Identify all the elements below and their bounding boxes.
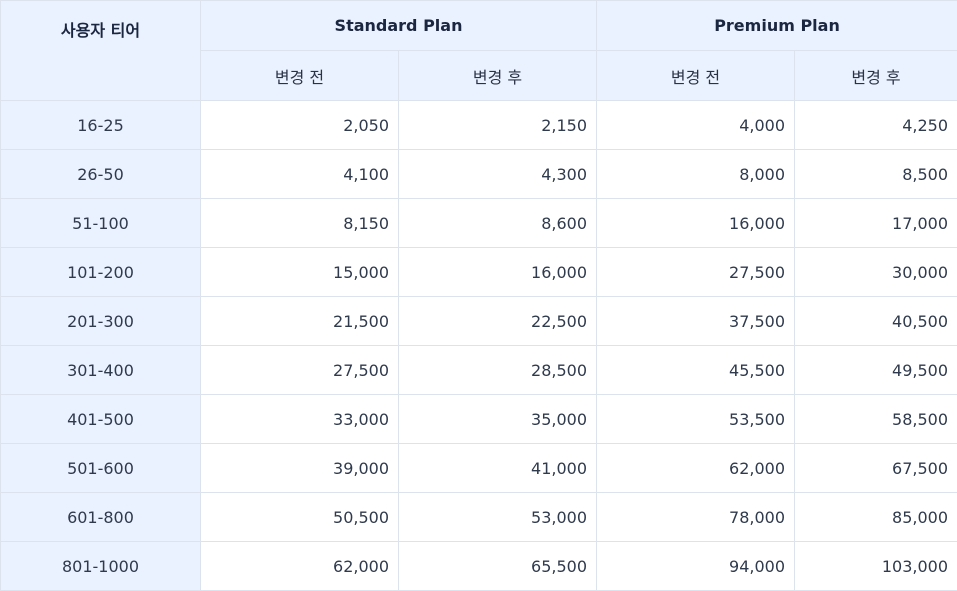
standard-before-cell: 15,000 — [201, 248, 399, 297]
premium-before-cell: 27,500 — [597, 248, 795, 297]
standard-after-cell: 22,500 — [399, 297, 597, 346]
premium-before-cell: 53,500 — [597, 395, 795, 444]
header-standard-after: 변경 후 — [399, 51, 597, 101]
table-header: 사용자 티어 Standard Plan Premium Plan 변경 전 변… — [1, 1, 957, 101]
premium-after-cell: 85,000 — [795, 493, 957, 542]
premium-before-cell: 45,500 — [597, 346, 795, 395]
standard-before-cell: 21,500 — [201, 297, 399, 346]
premium-after-cell: 40,500 — [795, 297, 957, 346]
header-standard-before: 변경 전 — [201, 51, 399, 101]
table-body: 16-252,0502,1504,0004,25026-504,1004,300… — [1, 101, 957, 591]
premium-after-cell: 67,500 — [795, 444, 957, 493]
table-row: 401-50033,00035,00053,50058,500 — [1, 395, 957, 444]
table-row: 601-80050,50053,00078,00085,000 — [1, 493, 957, 542]
header-premium-before: 변경 전 — [597, 51, 795, 101]
table-row: 801-100062,00065,50094,000103,000 — [1, 542, 957, 591]
table-row: 301-40027,50028,50045,50049,500 — [1, 346, 957, 395]
premium-after-cell: 49,500 — [795, 346, 957, 395]
standard-before-cell: 39,000 — [201, 444, 399, 493]
standard-after-cell: 35,000 — [399, 395, 597, 444]
premium-after-cell: 30,000 — [795, 248, 957, 297]
premium-after-cell: 103,000 — [795, 542, 957, 591]
standard-after-cell: 53,000 — [399, 493, 597, 542]
standard-after-cell: 8,600 — [399, 199, 597, 248]
tier-cell: 801-1000 — [1, 542, 201, 591]
standard-before-cell: 27,500 — [201, 346, 399, 395]
header-row-plans: 사용자 티어 Standard Plan Premium Plan — [1, 1, 957, 51]
tier-cell: 301-400 — [1, 346, 201, 395]
standard-after-cell: 28,500 — [399, 346, 597, 395]
standard-after-cell: 4,300 — [399, 150, 597, 199]
standard-after-cell: 41,000 — [399, 444, 597, 493]
standard-after-cell: 2,150 — [399, 101, 597, 150]
standard-before-cell: 4,100 — [201, 150, 399, 199]
standard-before-cell: 50,500 — [201, 493, 399, 542]
table-row: 16-252,0502,1504,0004,250 — [1, 101, 957, 150]
premium-after-cell: 8,500 — [795, 150, 957, 199]
premium-before-cell: 16,000 — [597, 199, 795, 248]
tier-cell: 101-200 — [1, 248, 201, 297]
tier-cell: 601-800 — [1, 493, 201, 542]
standard-before-cell: 33,000 — [201, 395, 399, 444]
tier-cell: 26-50 — [1, 150, 201, 199]
tier-cell: 201-300 — [1, 297, 201, 346]
header-premium-after: 변경 후 — [795, 51, 957, 101]
standard-before-cell: 8,150 — [201, 199, 399, 248]
tier-cell: 501-600 — [1, 444, 201, 493]
premium-before-cell: 94,000 — [597, 542, 795, 591]
premium-before-cell: 62,000 — [597, 444, 795, 493]
table-row: 101-20015,00016,00027,50030,000 — [1, 248, 957, 297]
header-premium-plan: Premium Plan — [597, 1, 957, 51]
premium-after-cell: 58,500 — [795, 395, 957, 444]
table-row: 501-60039,00041,00062,00067,500 — [1, 444, 957, 493]
premium-before-cell: 37,500 — [597, 297, 795, 346]
premium-after-cell: 4,250 — [795, 101, 957, 150]
premium-before-cell: 78,000 — [597, 493, 795, 542]
standard-after-cell: 65,500 — [399, 542, 597, 591]
pricing-table: 사용자 티어 Standard Plan Premium Plan 변경 전 변… — [0, 0, 957, 591]
standard-after-cell: 16,000 — [399, 248, 597, 297]
header-standard-plan: Standard Plan — [201, 1, 597, 51]
tier-cell: 16-25 — [1, 101, 201, 150]
premium-before-cell: 8,000 — [597, 150, 795, 199]
tier-cell: 51-100 — [1, 199, 201, 248]
table-row: 26-504,1004,3008,0008,500 — [1, 150, 957, 199]
table-row: 51-1008,1508,60016,00017,000 — [1, 199, 957, 248]
standard-before-cell: 2,050 — [201, 101, 399, 150]
premium-after-cell: 17,000 — [795, 199, 957, 248]
premium-before-cell: 4,000 — [597, 101, 795, 150]
header-user-tier: 사용자 티어 — [1, 1, 201, 101]
table-row: 201-30021,50022,50037,50040,500 — [1, 297, 957, 346]
tier-cell: 401-500 — [1, 395, 201, 444]
standard-before-cell: 62,000 — [201, 542, 399, 591]
